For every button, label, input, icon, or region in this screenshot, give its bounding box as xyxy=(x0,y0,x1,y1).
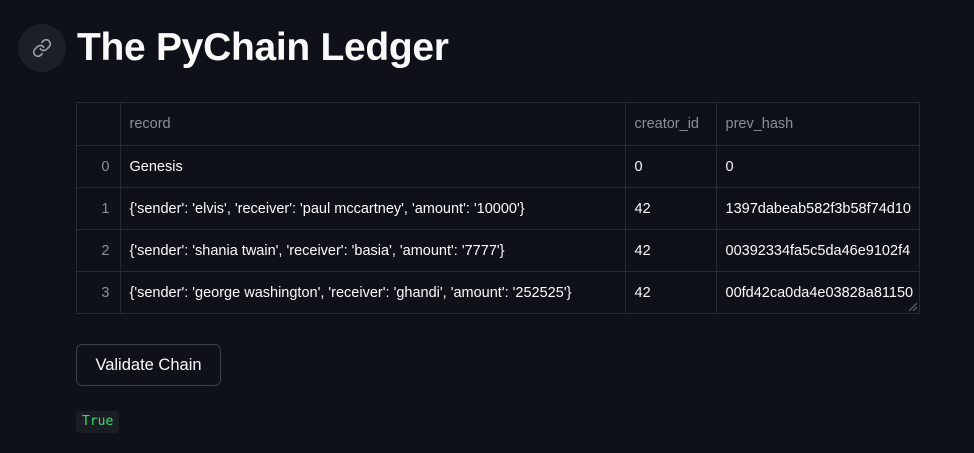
page-title: The PyChain Ledger xyxy=(77,26,449,69)
table-row: 1 {'sender': 'elvis', 'receiver': 'paul … xyxy=(77,187,919,230)
table-header-row: record creator_id prev_hash xyxy=(77,103,919,146)
header-anchor-button[interactable] xyxy=(18,24,66,72)
record-cell[interactable]: Genesis xyxy=(120,145,626,188)
prev-hash-cell[interactable]: 00392334fa5c5da46e9102f4 xyxy=(716,229,919,272)
record-cell[interactable]: {'sender': 'elvis', 'receiver': 'paul mc… xyxy=(120,187,626,230)
column-header-record[interactable]: record xyxy=(120,103,626,146)
creator-id-cell[interactable]: 42 xyxy=(625,229,717,272)
record-cell[interactable]: {'sender': 'shania twain', 'receiver': '… xyxy=(120,229,626,272)
index-header xyxy=(77,103,121,146)
app-page: The PyChain Ledger record creator_id pre… xyxy=(0,0,974,453)
prev-hash-cell[interactable]: 1397dabeab582f3b58f74d10 xyxy=(716,187,919,230)
row-index: 1 xyxy=(77,187,121,230)
row-index: 2 xyxy=(77,229,121,272)
column-header-prev-hash[interactable]: prev_hash xyxy=(716,103,919,146)
creator-id-cell[interactable]: 42 xyxy=(625,187,717,230)
ledger-dataframe[interactable]: record creator_id prev_hash 0 Genesis 0 … xyxy=(76,102,920,314)
prev-hash-cell[interactable]: 00fd42ca0da4e03828a81150 xyxy=(716,271,919,313)
validate-chain-button[interactable]: Validate Chain xyxy=(76,344,221,386)
table-row: 3 {'sender': 'george washington', 'recei… xyxy=(77,271,919,313)
validation-result: True xyxy=(76,411,120,433)
row-index: 3 xyxy=(77,271,121,313)
record-cell[interactable]: {'sender': 'george washington', 'receive… xyxy=(120,271,626,313)
table-row: 0 Genesis 0 0 xyxy=(77,145,919,188)
resize-grip-icon[interactable] xyxy=(907,301,917,311)
prev-hash-cell[interactable]: 0 xyxy=(716,145,919,188)
row-index: 0 xyxy=(77,145,121,188)
table-row: 2 {'sender': 'shania twain', 'receiver':… xyxy=(77,229,919,272)
column-header-creator-id[interactable]: creator_id xyxy=(625,103,717,146)
creator-id-cell[interactable]: 42 xyxy=(625,271,717,313)
ledger-table: record creator_id prev_hash 0 Genesis 0 … xyxy=(77,103,919,313)
creator-id-cell[interactable]: 0 xyxy=(625,145,717,188)
link-icon xyxy=(32,38,52,58)
